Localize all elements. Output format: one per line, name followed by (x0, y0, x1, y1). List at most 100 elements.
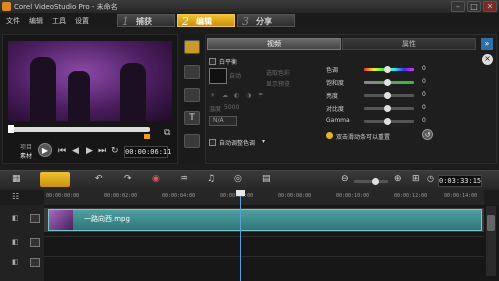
enlarge-icon[interactable]: ⧉ (164, 128, 170, 138)
menu-file[interactable]: 文件 (6, 16, 20, 26)
preset-icon[interactable]: ☂ (258, 92, 263, 99)
figure-right (120, 63, 146, 121)
mark-in-handle[interactable] (8, 125, 14, 133)
repeat-icon[interactable]: ↻ (111, 146, 119, 156)
wb-pick-label: 选取色彩 (266, 70, 291, 77)
gamma-label: Gamma (326, 117, 350, 124)
track-visibility-icon[interactable]: ◧ (12, 258, 19, 266)
record-icon[interactable]: ◉ (152, 174, 160, 184)
hue-slider-knob[interactable] (384, 66, 391, 73)
ruler-tick: 00:00:14:00 (444, 193, 478, 199)
brightness-value: 0 (422, 91, 426, 98)
minimize-button[interactable]: – (451, 1, 465, 12)
step-share-tab[interactable]: 3 分享 (237, 14, 295, 28)
video-track-icon[interactable] (30, 214, 40, 223)
step-edit-tab[interactable]: 2 编辑 (177, 14, 235, 28)
zoom-slider[interactable] (354, 180, 388, 183)
reset-hint: 双击滑动条可以重置 (336, 134, 391, 141)
ruler-tick: 00:00:00:00 (46, 193, 80, 199)
scrollbar-thumb[interactable] (487, 215, 495, 231)
subtitle-icon[interactable]: ▤ (262, 174, 271, 184)
menu-tools[interactable]: 工具 (52, 16, 66, 26)
na-dropdown[interactable]: N/A (209, 116, 237, 126)
zoom-slider-knob[interactable] (372, 178, 379, 185)
wb-auto-label: 自动 (229, 73, 242, 80)
project-mode-label[interactable]: 项目 (20, 142, 32, 151)
scrub-bar[interactable] (8, 127, 150, 132)
track-visibility-icon[interactable]: ◧ (12, 238, 19, 246)
ruler-tick: 00:00:04:00 (162, 193, 196, 199)
timeline-toolbar (0, 170, 499, 190)
step-label: 捕获 (136, 17, 152, 26)
gamma-value: 0 (422, 117, 426, 124)
preset-icon[interactable]: ◐ (234, 92, 239, 99)
media-icon[interactable] (184, 40, 200, 54)
preset-icon[interactable]: ◑ (246, 92, 251, 99)
step-number: 2 (182, 15, 189, 28)
preset-icon[interactable]: ☁ (222, 92, 228, 99)
auto-music-icon[interactable]: ♫ (207, 174, 215, 184)
window-title: Corel VideoStudio Pro - 未命名 (14, 3, 118, 11)
preset-icon[interactable]: ☀ (210, 92, 215, 99)
overlay-track-icon[interactable] (30, 238, 40, 247)
storyboard-view-icon[interactable]: ▦ (12, 174, 21, 184)
brightness-slider-knob[interactable] (384, 92, 391, 99)
collapse-icon[interactable]: » (481, 38, 493, 50)
track-visibility-icon[interactable]: ◧ (12, 214, 19, 222)
white-balance-checkbox[interactable] (209, 58, 216, 65)
playhead-line[interactable] (240, 192, 241, 281)
text-icon[interactable]: T (184, 111, 200, 125)
track-divider (44, 236, 484, 237)
zoom-out-icon[interactable]: ⊖ (341, 174, 349, 184)
title-icon[interactable] (184, 88, 200, 102)
tab-video[interactable]: 视频 (207, 38, 341, 50)
wb-presets: ☀ ☁ ◐ ◑ ☂ (210, 92, 270, 100)
menu-settings[interactable]: 设置 (75, 16, 89, 26)
transition-icon[interactable] (184, 65, 200, 79)
track-manager-icon[interactable]: ☷ (12, 192, 19, 201)
wb-color-swatch[interactable] (209, 68, 227, 84)
title-track-icon[interactable] (30, 258, 40, 267)
close-button[interactable]: ✕ (483, 1, 497, 12)
home-icon[interactable]: ⏮ (58, 146, 66, 156)
auto-tone-dropdown-icon[interactable]: ▾ (262, 138, 265, 145)
contrast-label: 对比度 (326, 106, 345, 113)
clip-thumbnail (49, 210, 73, 230)
undo-icon[interactable]: ↶ (95, 174, 103, 184)
brightness-label: 亮度 (326, 93, 339, 100)
playhead-handle[interactable] (236, 190, 245, 196)
redo-icon[interactable]: ↷ (124, 174, 132, 184)
clip-mode-label[interactable]: 素材 (20, 151, 32, 160)
timeline-timecode[interactable]: 0:03:33:15 (438, 175, 482, 187)
close-options-icon[interactable]: × (482, 54, 493, 65)
auto-tone-label: 自动调整色调 (219, 140, 256, 147)
saturation-slider-knob[interactable] (384, 79, 391, 86)
menu-edit[interactable]: 编辑 (29, 16, 43, 26)
contrast-slider-knob[interactable] (384, 105, 391, 112)
tab-attribute[interactable]: 属性 (342, 38, 476, 50)
gamma-slider-knob[interactable] (384, 118, 391, 125)
play-button[interactable]: ▶ (38, 143, 52, 157)
step-label: 分享 (256, 17, 272, 26)
step-number: 3 (242, 15, 249, 28)
audio-mixer-icon[interactable]: ♒ (180, 174, 188, 184)
auto-tone-checkbox[interactable] (209, 139, 216, 146)
maximize-button[interactable]: □ (467, 1, 481, 12)
motion-track-icon[interactable]: ◎ (234, 174, 242, 184)
reset-icon[interactable]: ↺ (422, 129, 433, 140)
app-logo-icon (2, 2, 11, 11)
prev-frame-icon[interactable]: ◀ (72, 146, 79, 156)
wb-show-label: 显示预览 (266, 81, 291, 88)
next-frame-icon[interactable]: ▶ (86, 146, 93, 156)
fit-project-icon[interactable]: ⊞ (412, 174, 420, 184)
end-icon[interactable]: ⏭ (98, 146, 106, 156)
ruler-tick: 00:00:02:00 (104, 193, 138, 199)
zoom-in-icon[interactable]: ⊕ (394, 174, 402, 184)
hint-bulb-icon (326, 132, 333, 139)
mark-out-handle[interactable] (144, 134, 150, 139)
step-capture-tab[interactable]: 1 捕获 (117, 14, 175, 28)
preview-timecode[interactable]: 00:00:06:11 (124, 146, 171, 158)
timeline-view-button[interactable] (40, 172, 70, 187)
filter-icon[interactable] (184, 134, 200, 148)
ruler-tick: 00:00:10:00 (336, 193, 370, 199)
